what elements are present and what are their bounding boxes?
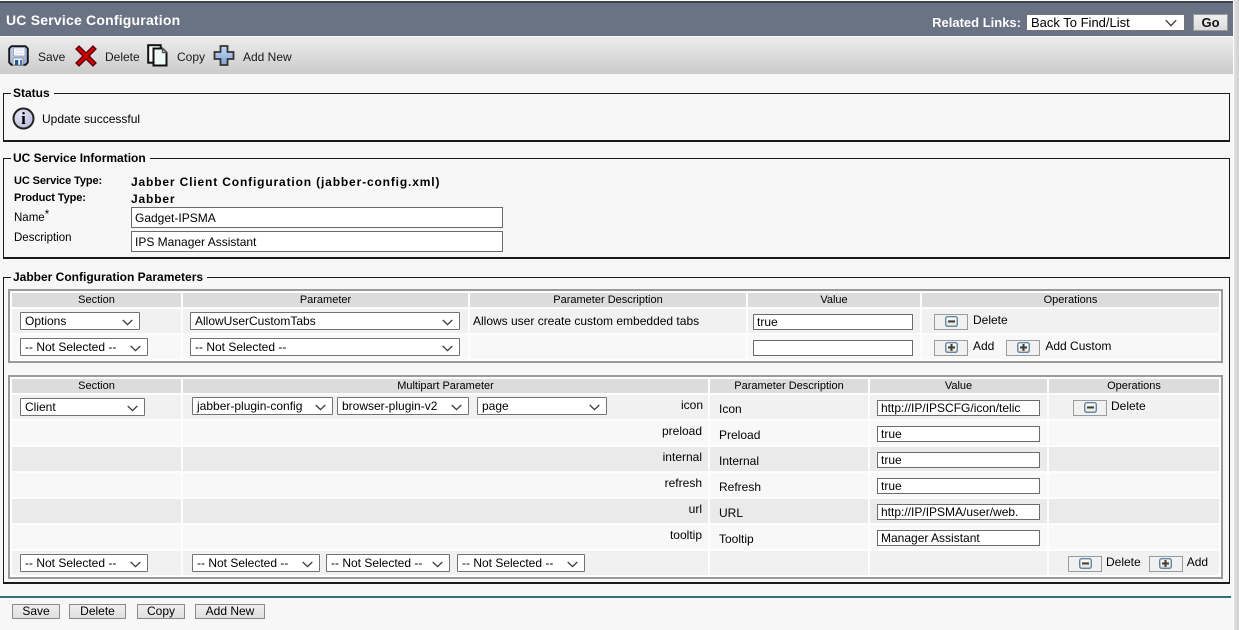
- svg-text:i: i: [21, 109, 26, 128]
